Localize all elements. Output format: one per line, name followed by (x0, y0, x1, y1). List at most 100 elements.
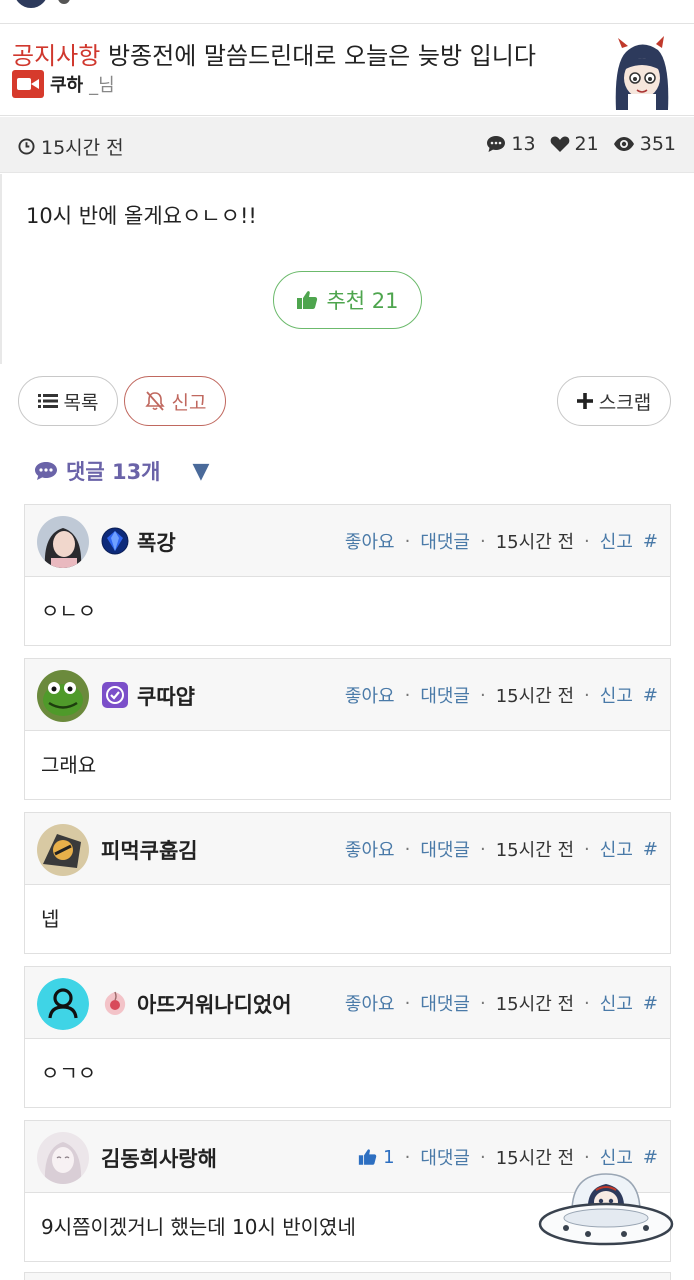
comment-actions: 1 · 대댓글 · 15시간 전 · 신고 # (358, 1144, 658, 1170)
comment-reply-button[interactable]: 대댓글 (420, 836, 470, 862)
comment-like-button[interactable]: 좋아요 (345, 836, 395, 862)
comment-author[interactable]: 쿠따얍 (137, 681, 195, 711)
speech-bubble-icon (487, 136, 506, 152)
comment-time: 15시간 전 (495, 686, 575, 707)
comments-header: 댓글 13개 ▼ (34, 456, 209, 486)
comment-reply-button[interactable]: 대댓글 (420, 528, 470, 554)
separator: · (584, 1146, 590, 1168)
author-avatar-icon[interactable] (606, 34, 676, 110)
comment-bubble-icon (35, 462, 57, 480)
comment-like-count: 1 (383, 1146, 395, 1168)
comment-anchor-link[interactable]: # (643, 1147, 658, 1168)
comment-reply-button[interactable]: 대댓글 (420, 990, 470, 1016)
list-button[interactable]: 목록 (18, 376, 118, 426)
comment-anchor-link[interactable]: # (643, 993, 658, 1014)
comment-item: 쿠따얍 좋아요 · 대댓글 · 15시간 전 · 신고 # 그래요 (24, 658, 671, 800)
comment-author[interactable]: 아뜨거워나디었어 (137, 989, 292, 1019)
comment-like-button[interactable]: 좋아요 (345, 990, 395, 1016)
sketch-avatar[interactable] (37, 1132, 89, 1184)
comment-report-button[interactable]: 신고 (600, 1144, 633, 1170)
comment-time: 15시간 전 (495, 840, 575, 861)
separator: · (404, 992, 411, 1014)
comment-header: 피먹쿠훕김 좋아요 · 대댓글 · 15시간 전 · 신고 # (25, 813, 670, 885)
list-label: 목록 (63, 391, 99, 414)
top-bar-remnant (0, 0, 694, 24)
content-border (0, 174, 2, 364)
header-avatar-icon (14, 0, 48, 8)
comment-header: 폭강 좋아요 · 대댓글 · 15시간 전 · 신고 # (25, 505, 670, 577)
comments-toggle-icon[interactable]: ▼ (193, 459, 210, 484)
eye-icon (613, 137, 634, 151)
comment-anchor-link[interactable]: # (643, 531, 658, 552)
comment-author[interactable]: 김동희사랑해 (101, 1143, 217, 1173)
frog-avatar[interactable] (37, 670, 89, 722)
separator: · (404, 684, 411, 706)
separator: · (584, 530, 590, 552)
comment-text: ㅇㄱㅇ (41, 1061, 97, 1085)
separator: · (584, 684, 590, 706)
separator: · (404, 838, 411, 860)
comment-actions: 좋아요 · 대댓글 · 15시간 전 · 신고 # (345, 528, 658, 554)
author-nickname[interactable]: 쿠하 (50, 71, 83, 97)
comment-reply-button[interactable]: 대댓글 (420, 1144, 470, 1170)
comment-report-button[interactable]: 신고 (600, 990, 633, 1016)
separator: · (404, 530, 411, 552)
comment-report-button[interactable]: 신고 (600, 528, 633, 554)
video-camera-icon (12, 70, 44, 98)
comment-anchor-link[interactable]: # (643, 839, 658, 860)
portrait-avatar[interactable] (37, 516, 89, 568)
comment-anchor-link[interactable]: # (643, 685, 658, 706)
comment-like-button[interactable]: 좋아요 (345, 682, 395, 708)
heart-icon (550, 136, 569, 152)
comment-stat: 13 (486, 133, 536, 155)
separator: · (480, 684, 486, 706)
scrap-label: 스크랩 (598, 391, 652, 414)
recommend-button[interactable]: 추천 21 (273, 271, 422, 329)
post-header: 공지사항 방종전에 말씀드린대로 오늘은 늦방 입니다 쿠하 _님 (0, 24, 694, 116)
comment-actions: 좋아요 · 대댓글 · 15시간 전 · 신고 # (345, 836, 658, 862)
plus-icon (576, 393, 593, 409)
report-label: 신고 (171, 391, 207, 414)
post-category[interactable]: 공지사항 (12, 42, 100, 70)
post-stats: 13 21 351 (486, 133, 676, 155)
post-author[interactable]: 쿠하 _님 (12, 70, 115, 98)
default-user-avatar[interactable] (37, 978, 89, 1030)
like-stat: 21 (550, 133, 599, 155)
comment-like-button[interactable]: 1 (358, 1146, 395, 1168)
next-comment-edge (24, 1272, 671, 1280)
comment-count: 13 (511, 133, 536, 155)
post-time: 15시간 전 (18, 133, 124, 160)
comment-header: 아뜨거워나디었어 좋아요 · 대댓글 · 15시간 전 · 신고 # (25, 967, 670, 1039)
post-time-text: 15시간 전 (41, 137, 124, 159)
report-button[interactable]: 신고 (124, 376, 226, 426)
comment-author[interactable]: 폭강 (137, 527, 176, 557)
separator: · (404, 1146, 411, 1168)
sapphire-badge-icon (101, 527, 129, 555)
comment-time: 15시간 전 (495, 1148, 575, 1169)
comment-time: 15시간 전 (495, 994, 575, 1015)
scrap-button[interactable]: 스크랩 (557, 376, 671, 426)
comment-text: ㅇㄴㅇ (41, 599, 97, 623)
post-body: 10시 반에 올게요ㅇㄴㅇ!! (26, 204, 257, 228)
ufo-mascot-icon[interactable] (536, 1168, 676, 1252)
comment-reply-button[interactable]: 대댓글 (420, 682, 470, 708)
post-meta-bar: 15시간 전 13 21 351 (0, 117, 694, 173)
comments-count-label: 댓글 13개 (66, 460, 161, 484)
separator: · (480, 1146, 486, 1168)
comment-report-button[interactable]: 신고 (600, 836, 633, 862)
view-stat: 351 (613, 133, 676, 155)
comment-report-button[interactable]: 신고 (600, 682, 633, 708)
cartoon-avatar[interactable] (37, 824, 89, 876)
comment-author[interactable]: 피먹쿠훕김 (101, 835, 198, 865)
separator: · (480, 838, 486, 860)
peach-badge-icon (104, 991, 126, 1015)
separator: · (584, 992, 590, 1014)
comment-time: 15시간 전 (495, 532, 575, 553)
comment-item: 아뜨거워나디었어 좋아요 · 대댓글 · 15시간 전 · 신고 # ㅇㄱㅇ (24, 966, 671, 1108)
comment-actions: 좋아요 · 대댓글 · 15시간 전 · 신고 # (345, 990, 658, 1016)
comment-like-button[interactable]: 좋아요 (345, 528, 395, 554)
post-title-text: 방종전에 말씀드린대로 오늘은 늦방 입니다 (100, 42, 536, 70)
list-icon (37, 394, 58, 408)
header-menu-icon[interactable] (58, 0, 70, 4)
comment-text: 그래요 (41, 753, 97, 777)
